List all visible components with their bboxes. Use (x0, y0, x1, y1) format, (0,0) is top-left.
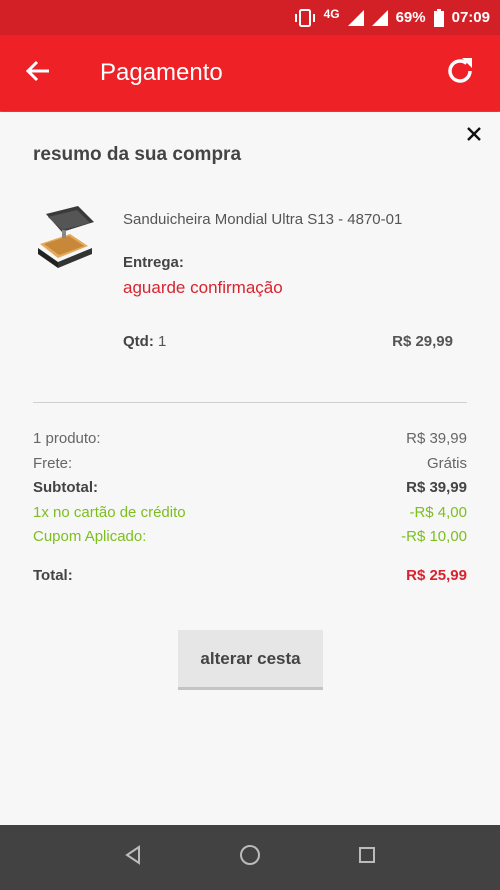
summary-heading: resumo da sua compra (33, 144, 242, 165)
battery-percent: 69% (395, 9, 426, 26)
totals-row-products: 1 produto: R$ 39,99 (33, 430, 467, 455)
totals-value: -R$ 4,00 (409, 503, 467, 521)
clock: 07:09 (451, 9, 490, 26)
network-type: 4G (323, 6, 340, 21)
totals-label: Subtotal: (33, 479, 98, 496)
totals-value: R$ 39,99 (406, 430, 467, 447)
product-image (36, 204, 100, 270)
signal-icon (347, 9, 364, 26)
signal-icon (371, 9, 388, 26)
status-bar-indicators: 4G 69% 07:09 (294, 0, 490, 35)
close-button[interactable] (462, 124, 486, 148)
status-bar: 4G 69% 07:09 (0, 0, 500, 35)
page-title: Pagamento (100, 59, 223, 86)
totals-row-subtotal: Subtotal: R$ 39,99 (33, 479, 467, 504)
back-button[interactable] (22, 57, 54, 89)
recents-square-icon (357, 845, 377, 870)
totals-row-card-discount: 1x no cartão de crédito -R$ 4,00 (33, 504, 467, 529)
nav-recents-button[interactable] (347, 838, 387, 878)
total-label: Total: (33, 566, 73, 584)
nav-home-button[interactable] (230, 838, 270, 878)
change-cart-button[interactable]: alterar cesta (178, 630, 323, 690)
product-name: Sanduicheira Mondial Ultra S13 - 4870-01 (123, 211, 403, 228)
totals-row-coupon: Cupom Aplicado: -R$ 10,00 (33, 528, 467, 553)
quantity-value: 1 (158, 333, 167, 350)
totals-row-total: Total: R$ 25,99 (33, 567, 467, 592)
totals-value: -R$ 10,00 (401, 528, 467, 545)
totals-label: 1x no cartão de crédito (33, 503, 186, 521)
back-triangle-icon (122, 844, 144, 871)
system-navigation-bar (0, 825, 500, 890)
nav-back-button[interactable] (113, 838, 153, 878)
app-bar: Pagamento (0, 35, 500, 111)
refresh-button[interactable] (442, 55, 478, 91)
totals-label: 1 produto: (33, 430, 101, 447)
totals-label: Cupom Aplicado: (33, 528, 147, 545)
close-icon (466, 126, 482, 147)
totals-value: Grátis (426, 454, 467, 472)
quantity-label: Qtd: (123, 333, 154, 350)
totals-row-shipping: Frete: Grátis (33, 455, 467, 480)
battery-icon (433, 8, 444, 27)
vibrate-icon (294, 8, 316, 27)
purchase-summary-sheet: resumo da sua compra Sanduicheira Mondia… (0, 112, 500, 825)
totals-label: Frete: (33, 454, 73, 472)
delivery-label: Entrega: (123, 254, 184, 271)
total-value: R$ 25,99 (406, 566, 467, 584)
refresh-icon (444, 55, 476, 92)
totals-value: R$ 39,99 (406, 479, 467, 496)
delivery-status: aguarde confirmação (123, 278, 283, 297)
arrow-left-icon (25, 58, 51, 89)
order-totals: 1 produto: R$ 39,99 Frete: Grátis Subtot… (33, 430, 467, 591)
divider (33, 402, 467, 403)
quantity: Qtd: 1 (123, 333, 166, 350)
item-price: R$ 29,99 (392, 333, 453, 350)
home-circle-icon (238, 843, 262, 872)
